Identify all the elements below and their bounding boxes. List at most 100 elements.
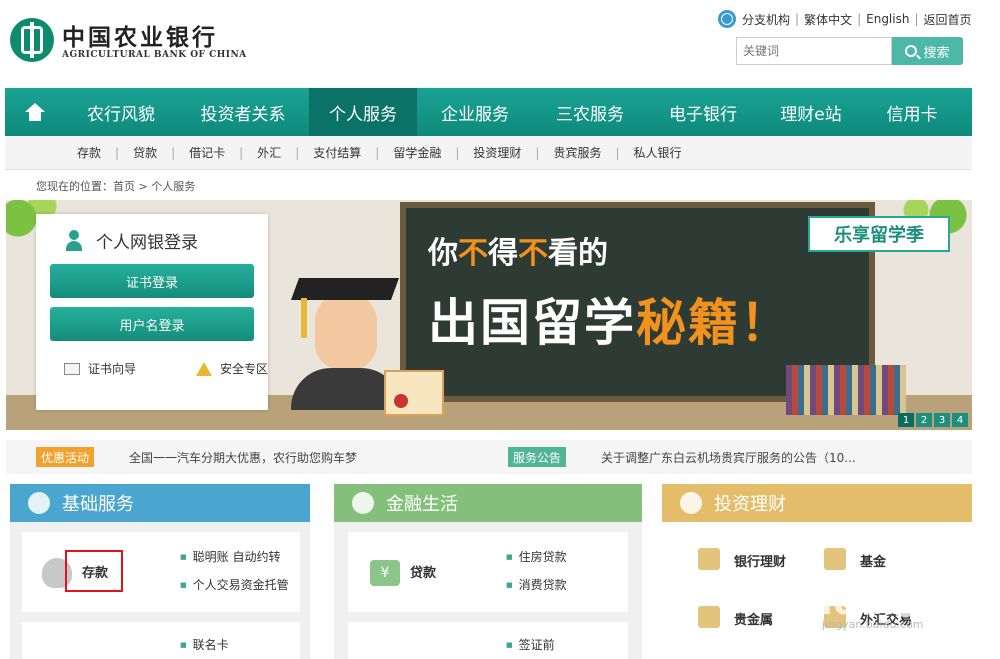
brand-name-cn[interactable]: 中国农业银行 [62, 18, 218, 52]
pager-dot[interactable]: 1 [898, 413, 914, 427]
subnav-payment[interactable]: 支付结算 [313, 144, 361, 161]
subnav-deposit[interactable]: 存款 [77, 144, 101, 161]
subnav-debit-card[interactable]: 借记卡 [189, 144, 225, 161]
link-precious-metal[interactable]: 贵金属 [734, 609, 773, 628]
finance-life-body: ¥ 贷款 住房贷款 消费贷款 签证前 [334, 522, 642, 659]
link-back-home[interactable]: 返回首页 [924, 11, 972, 28]
certificate-icon [384, 370, 444, 416]
home-button[interactable] [5, 88, 65, 136]
login-title-text: 个人网银登录 [96, 233, 198, 253]
link-fund-custody[interactable]: 个人交易资金托管 [180, 576, 289, 593]
search-button-label: 搜索 [923, 45, 950, 61]
yen-hand-icon: ¥ [370, 560, 400, 586]
baidu-watermark: Baidu经验 [770, 583, 955, 623]
finance-life-title: 金融生活 [386, 494, 458, 515]
link-bank-wealth[interactable]: 银行理财 [734, 551, 786, 570]
separator: | [455, 145, 460, 160]
pager-dot[interactable]: 2 [916, 413, 932, 427]
finance-life-panel: 金融生活 ¥ 贷款 住房贷款 消费贷款 签证前 [334, 484, 642, 659]
subnav-vip[interactable]: 贵宾服务 [553, 144, 601, 161]
piggy-bank-icon [680, 492, 702, 514]
main-nav: 农行风貌 投资者关系 个人服务 企业服务 三农服务 电子银行 理财e站 信用卡 [5, 88, 972, 136]
banner-headline-1: 你不得不看的 [428, 236, 608, 271]
study-abroad-card: 签证前 [348, 622, 628, 659]
nav-credit-card[interactable]: 信用卡 [863, 88, 961, 136]
link-smart-account[interactable]: 聪明账 自动约转 [180, 548, 281, 565]
subnav-private-banking[interactable]: 私人银行 [634, 144, 682, 161]
precious-metal-icon [698, 606, 720, 628]
basic-services-title: 基础服务 [62, 494, 134, 515]
globe-icon [718, 10, 736, 28]
fund-icon [824, 548, 846, 570]
graduate-head [315, 292, 377, 370]
pager-dot[interactable]: 3 [934, 413, 950, 427]
separator: | [535, 145, 540, 160]
link-fund[interactable]: 基金 [860, 551, 886, 570]
deposit-card: 存款 聪明账 自动约转 个人交易资金托管 [22, 532, 300, 612]
subnav-investment[interactable]: 投资理财 [473, 144, 521, 161]
nav-personal-services[interactable]: 个人服务 [309, 88, 417, 136]
banner-tag: 乐享留学季 [808, 216, 950, 252]
pager-dot[interactable]: 4 [952, 413, 968, 427]
top-links: 分支机构 | 繁体中文 | English | 返回首页 [718, 10, 972, 28]
tassel [301, 298, 307, 338]
banner-headline-2: 出国留学秘籍！ [428, 294, 792, 352]
sub-nav: 存款 | 贷款 | 借记卡 | 外汇 | 支付结算 | 留学金融 | 投资理财 … [5, 136, 972, 170]
link-consumer-loan[interactable]: 消费贷款 [506, 576, 567, 593]
cert-guide-link[interactable]: 证书向导 [88, 360, 136, 377]
announcement-link[interactable]: 关于调整广东白云机场贵宾厅服务的公告（10... [601, 449, 856, 466]
promo-link[interactable]: 全国一一汽车分期大优惠，农行助您购车梦 [129, 449, 357, 466]
highlight-box [65, 550, 123, 592]
link-branches[interactable]: 分支机构 [742, 11, 790, 28]
loan-card: ¥ 贷款 住房贷款 消费贷款 [348, 532, 628, 612]
search-button[interactable]: 搜索 [892, 37, 963, 65]
certificate-guide-icon [64, 362, 80, 375]
header: 中国农业银行 AGRICULTURAL BANK OF CHINA 分支机构 |… [0, 0, 1000, 88]
subnav-forex[interactable]: 外汇 [257, 144, 281, 161]
bank-wealth-icon [698, 548, 720, 570]
investment-panel: 投资理财 银行理财 基金 贵金属 外汇交易 [662, 484, 972, 659]
books-illustration [786, 365, 906, 415]
search-input[interactable] [736, 37, 892, 65]
basic-services-body: 存款 聪明账 自动约转 个人交易资金托管 联名卡 [10, 522, 310, 659]
link-traditional-chinese[interactable]: 繁体中文 [804, 11, 852, 28]
separator: | [914, 12, 919, 26]
basic-services-header: 基础服务 [10, 484, 310, 522]
separator: | [115, 145, 120, 160]
loan-title[interactable]: 贷款 [410, 562, 436, 581]
cert-login-button[interactable]: 证书登录 [50, 264, 254, 298]
investment-header: 投资理财 [662, 484, 972, 522]
notice-bar: 优惠活动 全国一一汽车分期大优惠，农行助您购车梦 服务公告 关于调整广东白云机场… [6, 440, 972, 474]
separator: | [795, 12, 800, 26]
separator: | [857, 12, 862, 26]
link-english[interactable]: English [866, 12, 909, 26]
nav-rural-services[interactable]: 三农服务 [533, 88, 647, 136]
nav-corporate-services[interactable]: 企业服务 [417, 88, 533, 136]
investment-title: 投资理财 [714, 494, 786, 515]
link-housing-loan[interactable]: 住房贷款 [506, 548, 567, 565]
user-key-icon [64, 229, 86, 252]
personal-ebank-login: 个人网银登录 证书登录 用户名登录 证书向导 安全专区 [36, 214, 268, 410]
login-title: 个人网银登录 [64, 228, 198, 253]
yen-gear-icon [28, 492, 50, 514]
nav-bank-profile[interactable]: 农行风貌 [65, 88, 177, 136]
username-login-button[interactable]: 用户名登录 [50, 307, 254, 341]
abc-logo-icon[interactable] [10, 18, 54, 62]
nav-investor-relations[interactable]: 投资者关系 [177, 88, 309, 136]
subnav-loan[interactable]: 贷款 [133, 144, 157, 161]
announcement-tag[interactable]: 服务公告 [508, 447, 567, 467]
nav-e-banking[interactable]: 电子银行 [647, 88, 759, 136]
nav-wealth-estation[interactable]: 理财e站 [759, 88, 863, 136]
link-pre-visa[interactable]: 签证前 [506, 636, 555, 653]
separator: | [239, 145, 244, 160]
login-links: 证书向导 安全专区 [64, 360, 268, 377]
brand-name-en: AGRICULTURAL BANK OF CHINA [62, 50, 247, 60]
breadcrumb: 您现在的位置：首页 > 个人服务 [36, 180, 196, 193]
subnav-study-abroad[interactable]: 留学金融 [393, 144, 441, 161]
separator: | [375, 145, 380, 160]
search-box: 搜索 [736, 37, 963, 65]
promo-tag[interactable]: 优惠活动 [36, 447, 95, 467]
security-zone-link[interactable]: 安全专区 [220, 360, 268, 377]
coin-hand-icon [352, 492, 374, 514]
link-co-branded-card[interactable]: 联名卡 [180, 636, 229, 653]
